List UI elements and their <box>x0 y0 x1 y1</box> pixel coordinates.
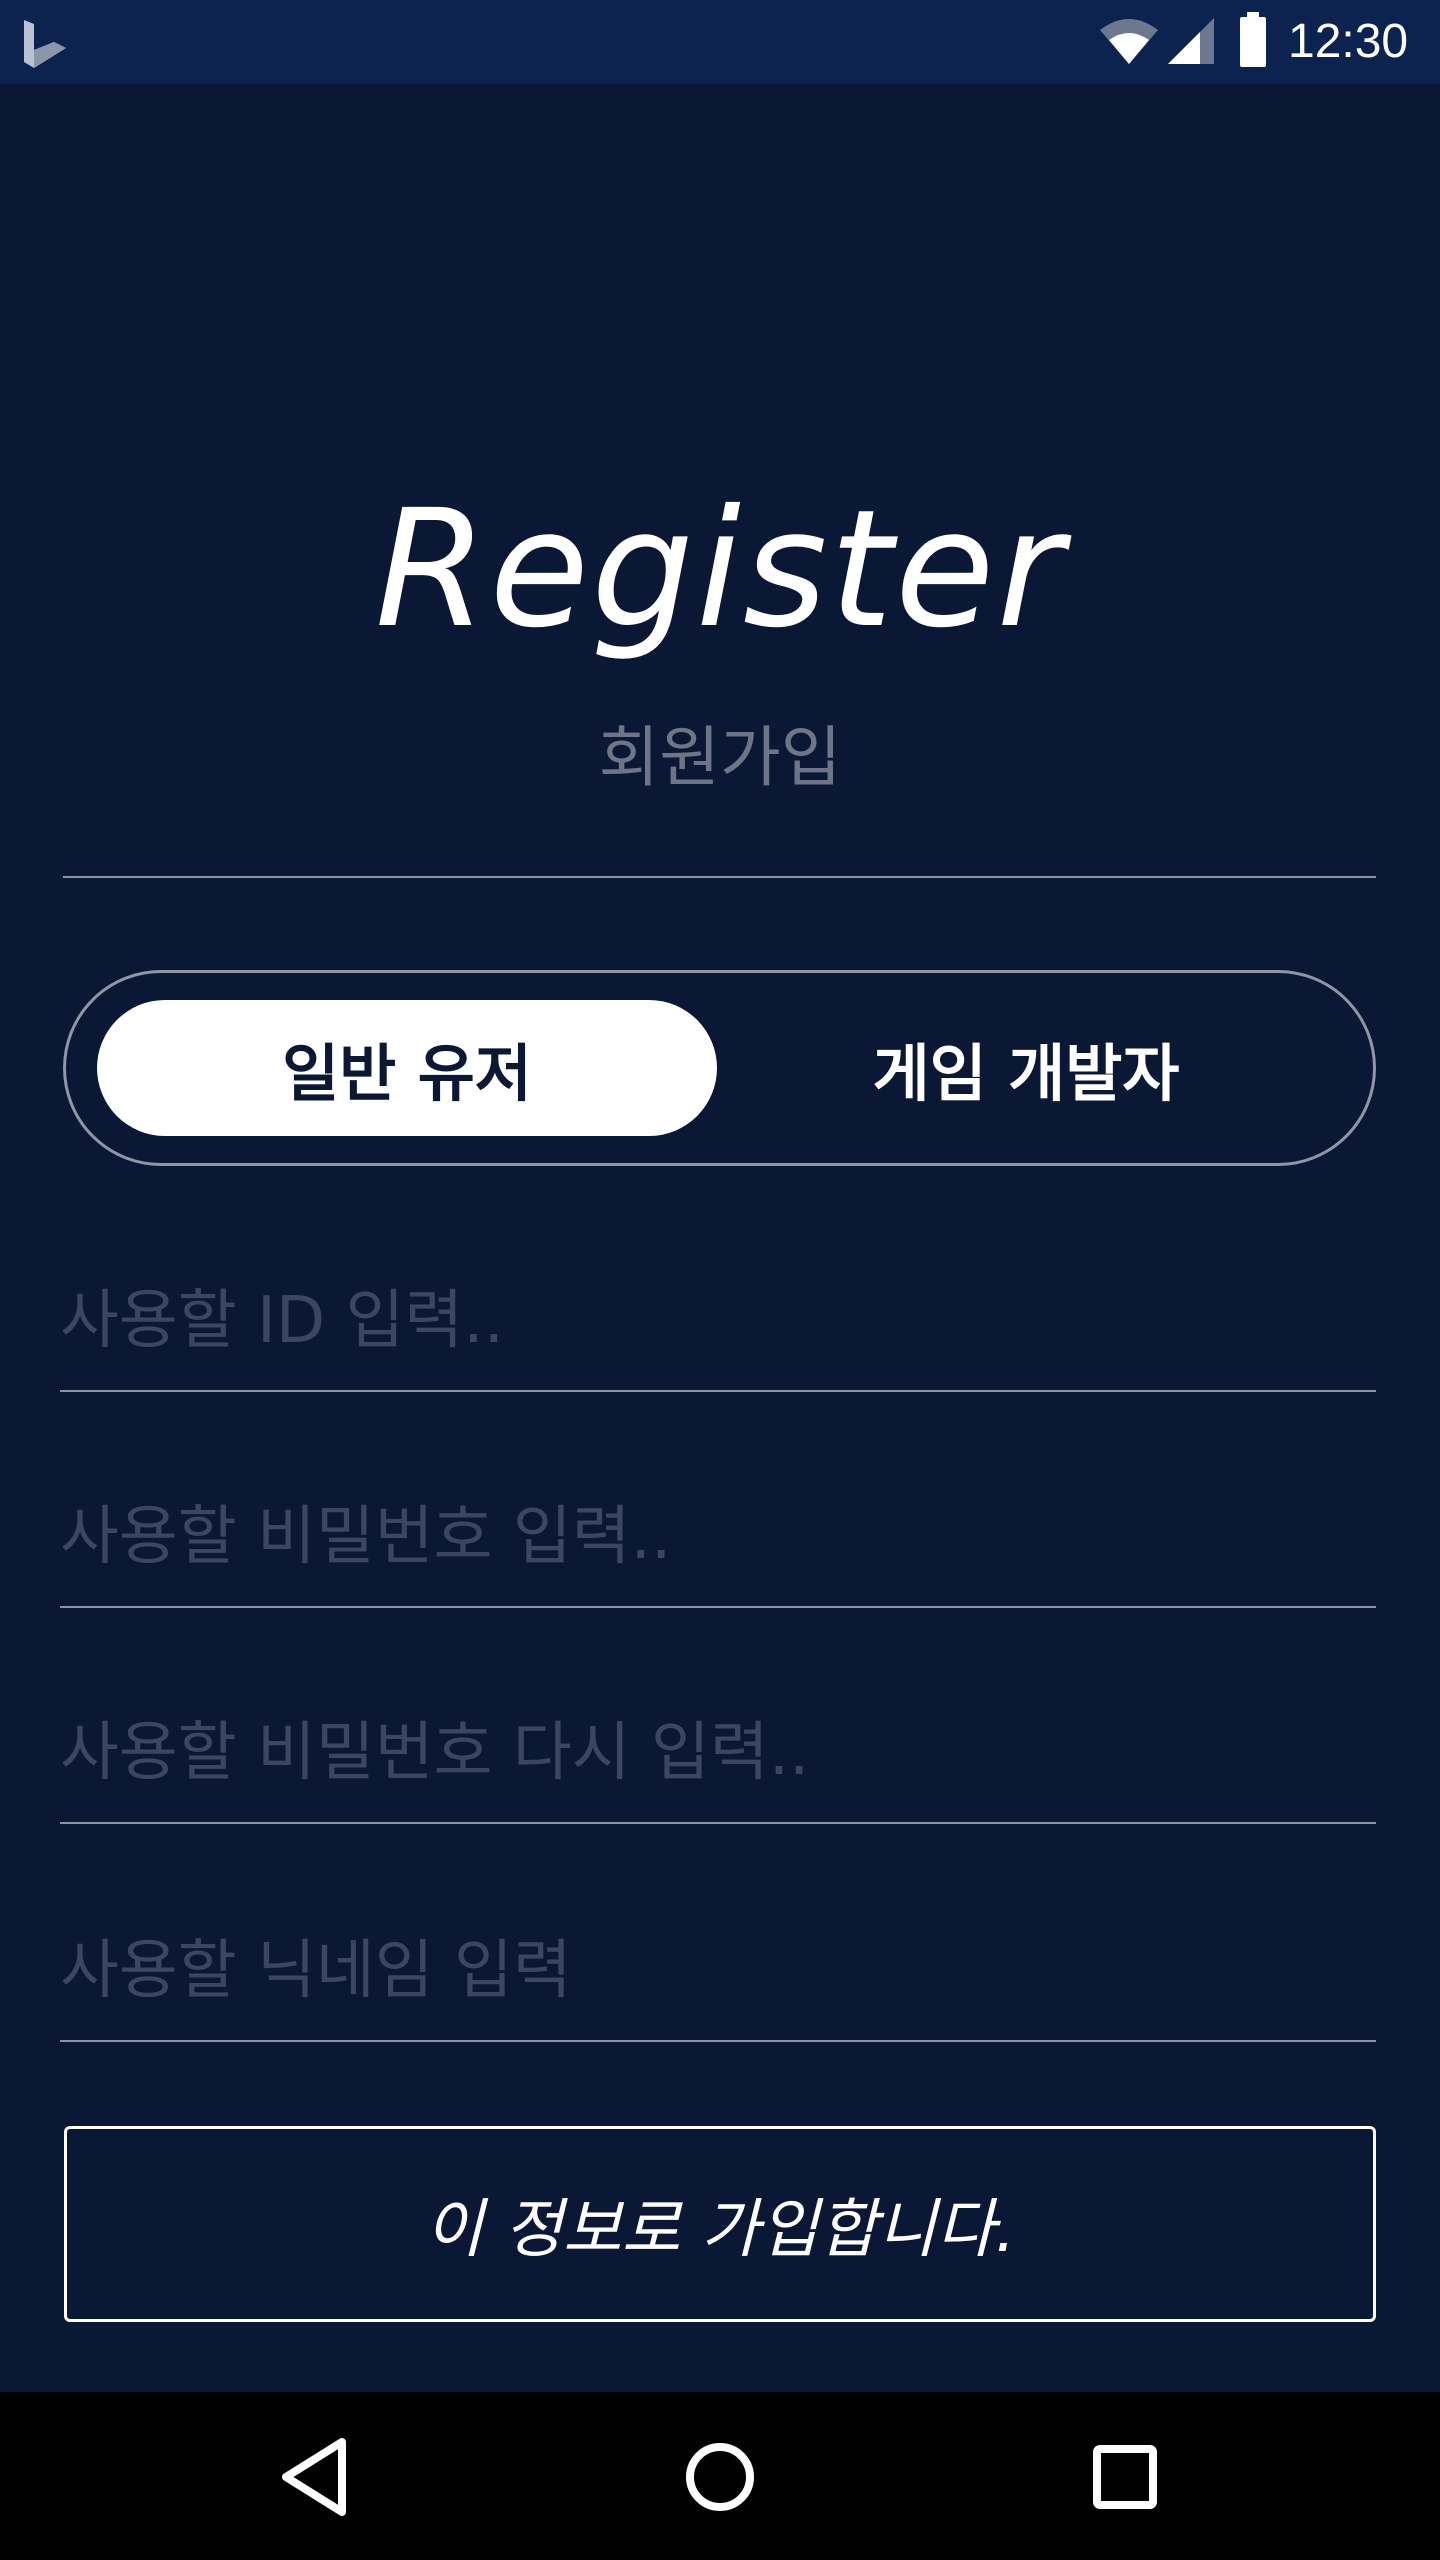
toggle-general-user[interactable]: 일반 유저 <box>97 1000 717 1136</box>
status-bar: 12:30 <box>0 0 1440 84</box>
home-icon[interactable] <box>675 2432 765 2522</box>
title-divider <box>63 876 1376 878</box>
navigation-bar <box>0 2392 1440 2560</box>
app-logo-icon <box>24 20 66 68</box>
toggle-game-developer[interactable]: 게임 개발자 <box>716 1000 1336 1136</box>
status-time: 12:30 <box>1288 15 1409 68</box>
battery-icon <box>1240 12 1266 67</box>
register-submit-button[interactable]: 이 정보로 가입합니다. <box>64 2126 1376 2322</box>
nickname-input[interactable] <box>60 1902 1376 2042</box>
page-title: Register <box>374 476 1066 664</box>
password-input[interactable] <box>60 1468 1376 1608</box>
password-confirm-input[interactable] <box>60 1684 1376 1824</box>
cell-signal-icon <box>1168 18 1214 64</box>
user-type-toggle: 일반 유저 게임 개발자 <box>63 970 1376 1166</box>
register-screen: 12:30 Register 회원가입 일반 유저 게임 개발자 이 정보로 가… <box>0 0 1440 2560</box>
page-subtitle: 회원가입 <box>598 719 842 796</box>
recent-apps-icon[interactable] <box>1080 2432 1170 2522</box>
back-icon[interactable] <box>270 2432 360 2522</box>
id-input[interactable] <box>60 1252 1376 1392</box>
wifi-icon <box>1100 19 1158 64</box>
